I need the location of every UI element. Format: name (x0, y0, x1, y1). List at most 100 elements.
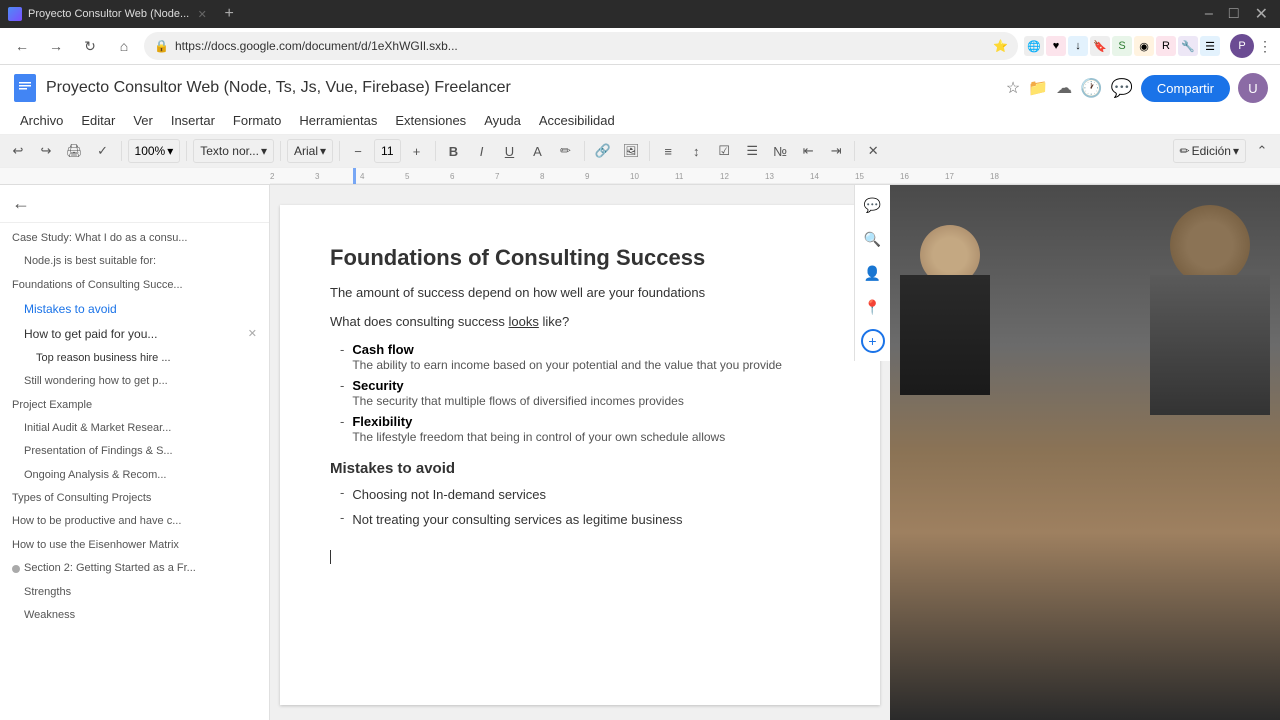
line-spacing-btn[interactable]: ↕ (684, 139, 708, 163)
profile-area: P ⋮ (1230, 34, 1272, 58)
font-size-dec-btn[interactable]: − (346, 139, 370, 163)
maximize-btn[interactable]: □ (1225, 1, 1243, 27)
ext-icon-8[interactable]: 🔧 (1178, 36, 1198, 56)
outline-item-top-reason[interactable]: Top reason business hire ... (0, 347, 269, 370)
browser-avatar[interactable]: P (1230, 34, 1254, 58)
sidebar-header: ← (0, 185, 269, 223)
menu-editar[interactable]: Editar (73, 109, 123, 132)
browser-menu-btn[interactable]: ⋮ (1258, 38, 1272, 55)
explore-btn[interactable]: 🔍 (861, 227, 885, 251)
checklist-btn[interactable]: ☑ (712, 139, 736, 163)
home-btn[interactable]: ⌂ (110, 32, 138, 60)
italic-btn[interactable]: I (470, 139, 494, 163)
decrease-indent-btn[interactable]: ⇤ (796, 139, 820, 163)
print-btn[interactable]: 🖨 (62, 139, 87, 163)
outline-item-audit[interactable]: Initial Audit & Market Resear... (0, 417, 269, 440)
font-size-input[interactable]: 11 (374, 139, 400, 163)
close-btn[interactable]: ✕ (1251, 0, 1272, 28)
comments-panel-btn[interactable]: 💬 (861, 193, 885, 217)
bullets-btn[interactable]: ☰ (740, 139, 764, 163)
ext-icon-3[interactable]: ↓ (1068, 36, 1088, 56)
text-style-dropdown[interactable]: Texto nor... ▾ (193, 139, 274, 163)
menu-formato[interactable]: Formato (225, 109, 289, 132)
forward-btn[interactable]: → (42, 32, 70, 60)
back-btn[interactable]: ← (8, 32, 36, 60)
editing-mode-dropdown[interactable]: ✏ Edición ▾ (1173, 139, 1246, 163)
location-btn[interactable]: 📍 (861, 295, 885, 319)
new-tab-btn[interactable]: + (215, 2, 243, 26)
menu-accesibilidad[interactable]: Accesibilidad (531, 109, 623, 132)
redo-btn[interactable]: ↪ (34, 139, 58, 163)
refresh-btn[interactable]: ↻ (76, 32, 104, 60)
outline-item-project[interactable]: Project Example (0, 394, 269, 417)
underline-btn[interactable]: U (498, 139, 522, 163)
outline-list: Case Study: What I do as a consu... Node… (0, 223, 269, 720)
sidebar-back-btn[interactable]: ← (12, 193, 30, 214)
ext-icon-4[interactable]: 🔖 (1090, 36, 1110, 56)
tab-close-btn[interactable]: ✕ (195, 7, 209, 21)
menu-insertar[interactable]: Insertar (163, 109, 223, 132)
bold-btn[interactable]: B (442, 139, 466, 163)
security-desc: The security that multiple flows of dive… (352, 394, 683, 408)
outline-item-still[interactable]: Still wondering how to get p... (0, 370, 269, 393)
address-bar[interactable]: 🔒 https://docs.google.com/document/d/1eX… (144, 32, 1018, 60)
people-btn[interactable]: 👤 (861, 261, 885, 285)
align-btn[interactable]: ≡ (656, 139, 680, 163)
menu-archivo[interactable]: Archivo (12, 109, 71, 132)
outline-item-2[interactable]: Foundations of Consulting Succe... (0, 274, 269, 297)
font-size-inc-btn[interactable]: + (405, 139, 429, 163)
numbered-btn[interactable]: № (768, 139, 792, 163)
star-btn[interactable]: ☆ (1006, 78, 1020, 98)
increase-indent-btn[interactable]: ⇥ (824, 139, 848, 163)
outline-item-paid[interactable]: How to get paid for you... ✕ How to get … (0, 322, 269, 347)
cloud-btn[interactable]: ☁ (1056, 78, 1072, 98)
outline-item-mistakes[interactable]: Mistakes to avoid (0, 297, 269, 322)
zoom-control[interactable]: 100% ▾ (128, 139, 181, 163)
doc-cash-flow-section: - Cash flow The ability to earn income b… (330, 342, 830, 444)
outline-item-section2[interactable]: Section 2: Getting Started as a Fr... (0, 557, 269, 580)
outline-item-types[interactable]: Types of Consulting Projects (0, 487, 269, 510)
outline-item-ongoing[interactable]: Ongoing Analysis & Recom... (0, 464, 269, 487)
outline-item-presentation[interactable]: Presentation of Findings & S... (0, 440, 269, 463)
expand-btn[interactable]: ⌃ (1250, 139, 1274, 163)
history-btn[interactable]: 🕐 (1080, 78, 1102, 99)
menu-ayuda[interactable]: Ayuda (476, 109, 529, 132)
comment-btn[interactable]: 💬 (1111, 78, 1133, 99)
svg-text:3: 3 (315, 172, 320, 181)
menu-extensiones[interactable]: Extensiones (387, 109, 474, 132)
doc-question: What does consulting success looks like? (330, 312, 830, 332)
svg-text:15: 15 (855, 172, 864, 181)
undo-btn[interactable]: ↩ (6, 139, 30, 163)
minimize-btn[interactable]: ⎯ (1201, 1, 1217, 27)
share-btn[interactable]: Compartir (1141, 75, 1230, 102)
text-color-btn[interactable]: A (526, 139, 550, 163)
svg-text:5: 5 (405, 172, 410, 181)
outline-close-btn[interactable]: ✕ (248, 327, 257, 342)
folder-btn[interactable]: 📁 (1028, 78, 1048, 98)
outline-item-productive[interactable]: How to be productive and have c... (0, 510, 269, 533)
outline-item-eisenhower[interactable]: How to use the Eisenhower Matrix (0, 534, 269, 557)
doc-content-area[interactable]: Foundations of Consulting Success The am… (270, 185, 890, 720)
outline-item-0[interactable]: Case Study: What I do as a consu... (0, 227, 269, 250)
link-btn[interactable]: 🔗 (591, 139, 615, 163)
gdocs-doc-title[interactable]: Proyecto Consultor Web (Node, Ts, Js, Vu… (46, 79, 998, 97)
ext-icon-7[interactable]: R (1156, 36, 1176, 56)
image-btn[interactable]: 🖼 (619, 139, 644, 163)
user-avatar[interactable]: U (1238, 73, 1268, 103)
ext-icon-6[interactable]: ◉ (1134, 36, 1154, 56)
outline-item-strengths[interactable]: Strengths (0, 581, 269, 604)
ext-icon-5[interactable]: S (1112, 36, 1132, 56)
spellcheck-btn[interactable]: ✓ (91, 139, 115, 163)
clear-format-btn[interactable]: ✕ (861, 139, 885, 163)
outline-item-1[interactable]: Node.js is best suitable for: (0, 250, 269, 273)
outline-item-weakness[interactable]: Weakness (0, 604, 269, 627)
font-family-dropdown[interactable]: Arial ▾ (287, 139, 333, 163)
menu-herramientas[interactable]: Herramientas (291, 109, 385, 132)
menu-ver[interactable]: Ver (125, 109, 161, 132)
ext-icon-9[interactable]: ☰ (1200, 36, 1220, 56)
doc-heading: Foundations of Consulting Success (330, 245, 830, 271)
ext-icon-1[interactable]: 🌐 (1024, 36, 1044, 56)
highlight-btn[interactable]: ✏ (554, 139, 578, 163)
add-element-btn[interactable]: + (861, 329, 885, 353)
ext-icon-2[interactable]: ♥ (1046, 36, 1066, 56)
